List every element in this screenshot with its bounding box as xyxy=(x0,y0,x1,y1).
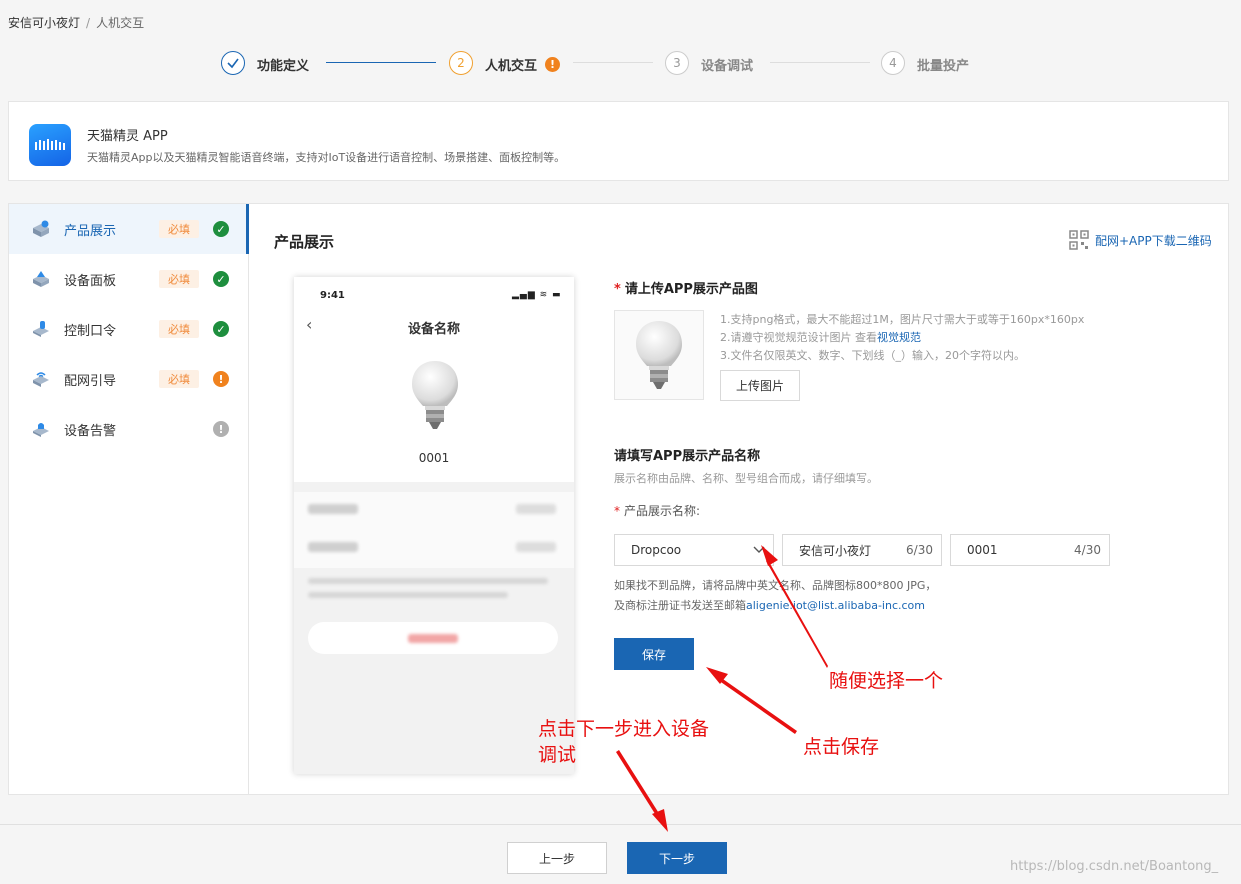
next-step-button[interactable]: 下一步 xyxy=(627,842,727,874)
complete-check-icon: ✓ xyxy=(213,321,229,337)
device-panel-icon xyxy=(33,271,49,287)
sidebar-item-product-display[interactable]: 产品展示 必填 ✓ xyxy=(9,204,249,254)
light-bulb-image xyxy=(412,361,458,429)
phone-blurred-settings xyxy=(294,482,574,774)
breadcrumb-separator: / xyxy=(86,16,91,30)
product-box-icon xyxy=(33,220,49,237)
sidebar-item-label: 产品展示 xyxy=(64,223,117,239)
sidebar-item-label: 配网引导 xyxy=(64,373,117,389)
step-2-number: 2 xyxy=(449,51,473,75)
product-name-input[interactable]: 安信可小夜灯 6/30 xyxy=(782,534,942,566)
email-link[interactable]: aligenie.iot@list.alibaba-inc.com xyxy=(746,599,925,612)
breadcrumb-current: 人机交互 xyxy=(96,16,145,30)
breadcrumb-root[interactable]: 安信可小夜灯 xyxy=(8,16,80,30)
app-description: 天猫精灵App以及天猫精灵智能语音终端，支持对IoT设备进行语音控制、场景搭建、… xyxy=(87,151,566,164)
chevron-down-icon xyxy=(753,546,765,553)
sidebar-item-label: 设备告警 xyxy=(64,423,117,439)
footer-bar: 上一步 下一步 https://blog.csdn.net/Boantong_ xyxy=(0,824,1241,884)
tmall-genie-app-icon xyxy=(29,124,71,166)
product-name-description: 展示名称由品牌、名称、型号组合而成，请仔细填写。 xyxy=(614,472,878,485)
sidebar-item-label: 设备面板 xyxy=(64,273,117,289)
sidebar-item-network-guide[interactable]: 配网引导 必填 ! xyxy=(9,354,249,404)
product-image-preview xyxy=(614,310,704,400)
info-icon: ! xyxy=(213,421,229,437)
model-input[interactable]: 0001 4/30 xyxy=(950,534,1110,566)
brand-select[interactable]: Dropcoo xyxy=(614,534,774,566)
required-tag: 必填 xyxy=(159,370,199,388)
step-3-label: 设备调试 xyxy=(701,59,754,74)
step-1-label: 功能定义 xyxy=(257,59,310,74)
sidebar-item-control-command[interactable]: 控制口令 必填 ✓ xyxy=(9,304,249,354)
annotation-select-any: 随便选择一个 xyxy=(829,670,944,692)
step-2-label: 人机交互 xyxy=(485,59,538,74)
required-tag: 必填 xyxy=(159,220,199,238)
step-2-warning-icon: ! xyxy=(545,57,560,72)
step-3-number: 3 xyxy=(665,51,689,75)
sidebar-item-device-alarm[interactable]: 设备告警 ! xyxy=(9,404,249,454)
required-tag: 必填 xyxy=(159,270,199,288)
brand-not-found-hint: 如果找不到品牌，请将品牌中英文名称、品牌图标800*800 JPG， 及商标注册… xyxy=(614,579,937,612)
step-line-3 xyxy=(770,62,870,63)
warning-icon: ! xyxy=(213,371,229,387)
sidebar-item-label: 控制口令 xyxy=(64,323,117,339)
annotation-click-save: 点击保存 xyxy=(803,736,880,758)
step-4-label: 批量投产 xyxy=(917,59,970,74)
upload-image-button[interactable]: 上传图片 xyxy=(720,370,800,401)
light-bulb-image xyxy=(636,321,682,389)
phone-device-number: 0001 xyxy=(418,451,450,465)
breadcrumb: 安信可小夜灯 / 人机交互 xyxy=(8,14,144,31)
app-title: 天猫精灵 APP xyxy=(87,129,168,144)
sidebar-item-device-panel[interactable]: 设备面板 必填 ✓ xyxy=(9,254,249,304)
wifi-network-icon xyxy=(33,372,49,387)
previous-step-button[interactable]: 上一步 xyxy=(507,842,607,874)
visual-spec-link[interactable]: 视觉规范 xyxy=(877,331,921,344)
step-line-2 xyxy=(573,62,653,63)
step-4-number: 4 xyxy=(881,51,905,75)
upload-image-label: * 请上传APP展示产品图 xyxy=(614,282,758,297)
char-counter: 4/30 xyxy=(1074,543,1101,557)
char-counter: 6/30 xyxy=(906,543,933,557)
qr-code-link-label: 配网+APP下载二维码 xyxy=(1095,233,1212,248)
upload-tips: 1.支持png格式，最大不能超过1M，图片尺寸需大于或等于160px*160px… xyxy=(720,313,1085,362)
step-1-check-icon xyxy=(221,51,245,75)
brand-selected-value: Dropcoo xyxy=(631,543,682,557)
annotation-next-step: 点击下一步进入设备 调试 xyxy=(538,718,710,766)
phone-status-icons: ▂▄▆ ≋ ▬ xyxy=(512,290,562,300)
required-tag: 必填 xyxy=(159,320,199,338)
control-command-icon xyxy=(33,321,49,337)
sidebar: 产品展示 必填 ✓ 设备面板 必填 ✓ 控制口令 必填 ✓ 配网引导 必填 ! … xyxy=(9,204,249,794)
section-title: 产品展示 xyxy=(274,233,335,251)
watermark: https://blog.csdn.net/Boantong_ xyxy=(1010,859,1219,874)
device-alarm-icon xyxy=(33,423,49,437)
product-name-title: 请填写APP展示产品名称 xyxy=(614,449,761,464)
app-info-card: 天猫精灵 APP 天猫精灵App以及天猫精灵智能语音终端，支持对IoT设备进行语… xyxy=(8,101,1229,181)
save-button[interactable]: 保存 xyxy=(614,638,694,670)
phone-preview: 9:41 ▂▄▆ ≋ ▬ ‹ 设备名称 0001 xyxy=(294,277,574,774)
phone-device-title: 设备名称 xyxy=(407,322,460,337)
phone-time: 9:41 xyxy=(320,290,345,301)
complete-check-icon: ✓ xyxy=(213,221,229,237)
step-line-1 xyxy=(326,62,436,63)
qr-code-icon xyxy=(1069,230,1089,250)
complete-check-icon: ✓ xyxy=(213,271,229,287)
main-panel: 产品展示 必填 ✓ 设备面板 必填 ✓ 控制口令 必填 ✓ 配网引导 必填 ! … xyxy=(8,203,1229,795)
qr-code-link[interactable]: 配网+APP下载二维码 xyxy=(1069,230,1212,250)
product-name-field-label: * 产品展示名称: xyxy=(614,504,701,518)
